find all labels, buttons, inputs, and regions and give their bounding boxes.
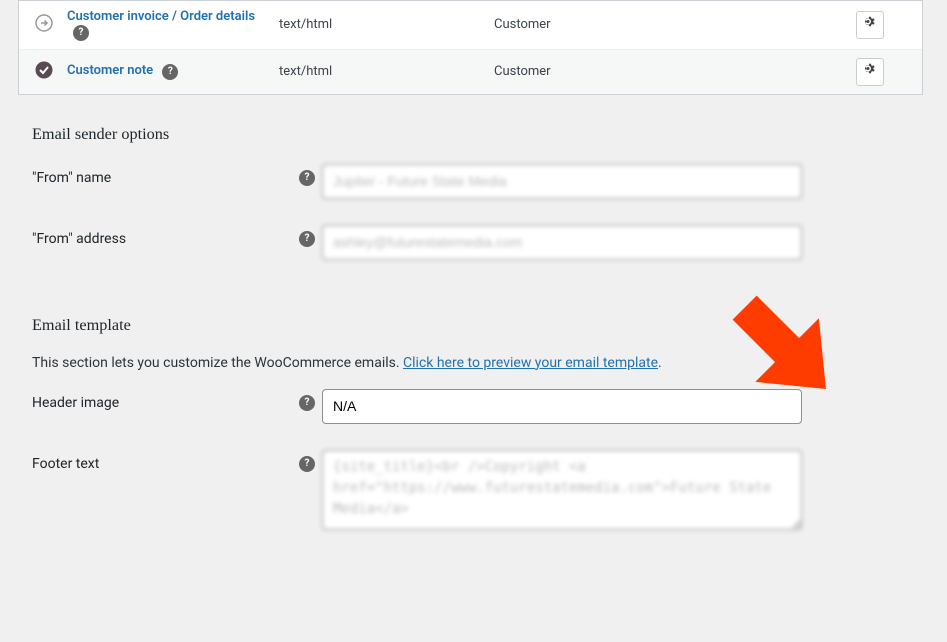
header-image-row: Header image ? [32, 389, 915, 424]
table-row: Customer invoice / Order details ? text/… [19, 1, 922, 50]
table-row: Customer note ? text/html Customer [19, 50, 922, 94]
recipient-cell: Customer [494, 64, 834, 79]
from-address-label: "From" address [32, 225, 292, 247]
from-address-row: "From" address ? [32, 225, 915, 260]
email-sender-section: Email sender options "From" name ? "From… [0, 95, 947, 260]
status-enabled-icon [35, 61, 53, 79]
help-icon[interactable]: ? [299, 395, 315, 411]
section-title: Email sender options [32, 125, 915, 144]
gear-icon [862, 62, 878, 81]
content-type-cell: text/html [279, 17, 494, 32]
recipient-cell: Customer [494, 17, 834, 32]
gear-icon [862, 15, 878, 34]
from-name-label: "From" name [32, 164, 292, 186]
section-title: Email template [32, 316, 915, 335]
manage-button[interactable] [856, 58, 884, 86]
content-type-cell: text/html [279, 64, 494, 79]
help-icon[interactable]: ? [162, 64, 178, 80]
status-cell [19, 14, 59, 36]
footer-text-label: Footer text [32, 450, 292, 472]
status-manual-icon [35, 14, 53, 32]
status-cell [19, 61, 59, 83]
from-name-input[interactable] [322, 164, 802, 199]
from-name-row: "From" name ? [32, 164, 915, 199]
email-name-link[interactable]: Customer note [67, 63, 153, 78]
help-icon[interactable]: ? [299, 231, 315, 247]
help-icon[interactable]: ? [299, 456, 315, 472]
help-icon[interactable]: ? [73, 25, 89, 41]
footer-text-textarea[interactable]: {site_title}<br />Copyright <a href="htt… [322, 450, 802, 530]
section-description: This section lets you customize the WooC… [32, 355, 915, 371]
email-notifications-table: Customer invoice / Order details ? text/… [18, 0, 923, 95]
header-image-input[interactable] [322, 389, 802, 424]
preview-template-link[interactable]: Click here to preview your email templat… [403, 355, 658, 371]
footer-text-row: Footer text ? {site_title}<br />Copyrigh… [32, 450, 915, 534]
help-icon[interactable]: ? [299, 170, 315, 186]
manage-button[interactable] [856, 11, 884, 39]
header-image-label: Header image [32, 389, 292, 411]
from-address-input[interactable] [322, 225, 802, 260]
email-template-section: Email template This section lets you cus… [0, 286, 947, 534]
email-name-link[interactable]: Customer invoice / Order details [67, 9, 255, 24]
